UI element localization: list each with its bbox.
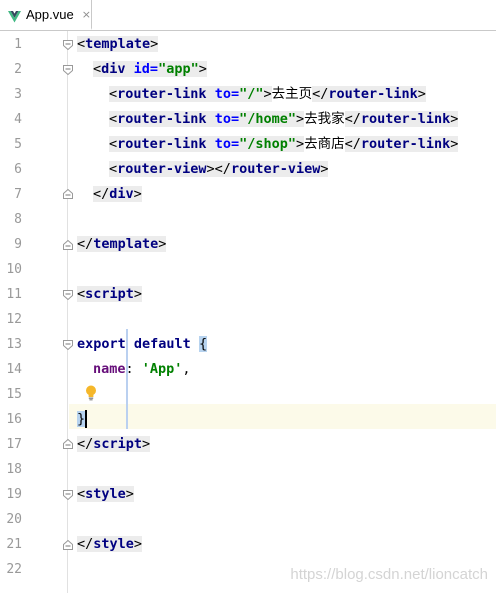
current-line-highlight [69,404,496,429]
line-number: 7 [14,187,22,202]
line-number-gutter: 1 2 3 4 5 6 7 8 9 10 11 12 13 14 15 16 1… [0,31,68,593]
line-number: 17 [6,437,22,452]
line-number: 11 [6,287,22,302]
code-line: name: 'App', [93,361,191,377]
code-line: export default { [77,336,208,352]
tab-app-vue[interactable]: App.vue × [0,0,92,30]
vue-file-icon [8,8,21,23]
line-number: 12 [6,312,22,327]
code-line: <router-link to="/">去主页</router-link> [109,86,426,102]
code-line: <router-view></router-view> [109,161,329,177]
lightbulb-icon[interactable] [85,385,97,401]
line-number: 9 [14,237,22,252]
line-number: 19 [6,487,22,502]
code-line: <router-link to="/shop">去商店</router-link… [109,136,459,152]
line-number: 8 [14,212,22,227]
line-number: 4 [14,112,22,127]
code-line: } [77,410,88,428]
code-line: <div id="app"> [93,61,207,77]
code-line: <style> [77,486,134,502]
code-line: <template> [77,36,159,52]
code-line: <script> [77,286,143,302]
line-number: 2 [14,62,22,77]
line-number: 14 [6,362,22,377]
line-number: 3 [14,87,22,102]
scope-indicator [126,379,128,404]
line-number: 1 [14,37,22,52]
line-number: 21 [6,537,22,552]
line-number: 20 [6,512,22,527]
code-editor[interactable]: <template> <div id="app"> <router-link t… [69,31,496,593]
line-number: 22 [6,562,22,577]
line-number: 13 [6,337,22,352]
line-number: 5 [14,137,22,152]
line-number: 15 [6,387,22,402]
line-number: 6 [14,162,22,177]
line-number: 10 [6,262,22,277]
code-line: </style> [77,536,143,552]
code-line: </script> [77,436,151,452]
watermark: https://blog.csdn.net/lioncatch [290,566,488,583]
line-number: 16 [6,412,22,427]
code-line: </div> [93,186,142,202]
code-line: </template> [77,236,167,252]
editor-tab-bar: App.vue × [0,0,496,31]
line-number: 18 [6,462,22,477]
code-line: <router-link to="/home">去我家</router-link… [109,111,459,127]
text-caret [85,410,88,428]
scope-indicator [126,404,128,429]
tab-title: App.vue [26,6,74,22]
close-icon[interactable]: × [82,8,91,21]
